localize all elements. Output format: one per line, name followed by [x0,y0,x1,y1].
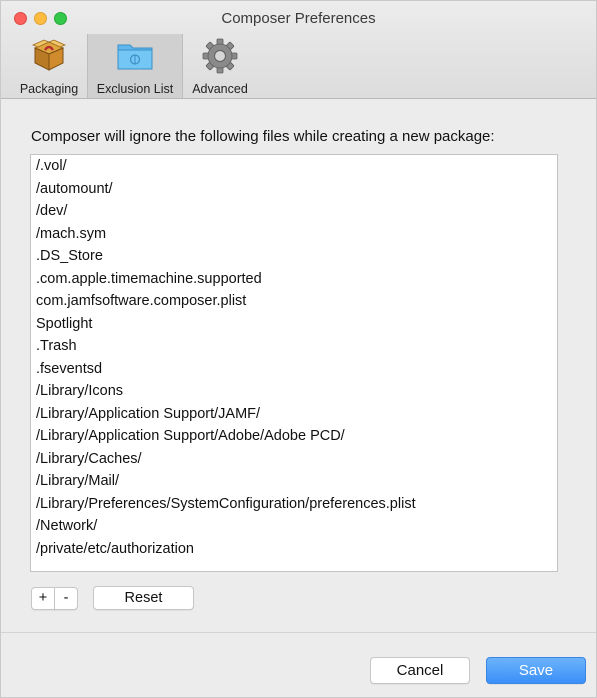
list-item[interactable]: /Library/Caches/ [31,448,557,471]
tab-advanced-label: Advanced [192,82,248,96]
gear-icon [202,38,238,74]
list-item[interactable]: /Library/Icons [31,380,557,403]
tab-exclusion-list-label: Exclusion List [96,82,174,96]
tab-packaging[interactable]: Packaging [13,34,85,98]
save-button[interactable]: Save [486,657,586,684]
remove-item-button[interactable]: - [54,587,78,610]
list-item[interactable]: .DS_Store [31,245,557,268]
reset-button[interactable]: Reset [93,586,194,610]
list-item[interactable]: /dev/ [31,200,557,223]
preferences-window: Composer Preferences Packaging Exclusion… [0,0,597,698]
list-item[interactable]: /Network/ [31,515,557,538]
list-item[interactable]: /private/etc/authorization [31,538,557,561]
add-item-button[interactable]: + [31,587,55,610]
exclusion-list[interactable]: /.vol/ /automount/ /dev/ /mach.sym .DS_S… [30,154,558,572]
list-item[interactable]: /Library/Preferences/SystemConfiguration… [31,493,557,516]
cancel-button[interactable]: Cancel [370,657,470,684]
list-item[interactable]: com.jamfsoftware.composer.plist [31,290,557,313]
list-item[interactable]: /mach.sym [31,223,557,246]
footer-divider [1,632,596,633]
list-item[interactable]: /automount/ [31,178,557,201]
list-item[interactable]: .Trash [31,335,557,358]
tab-advanced[interactable]: Advanced [185,34,255,98]
list-item[interactable]: .com.apple.timemachine.supported [31,268,557,291]
window-title: Composer Preferences [221,10,376,27]
list-item[interactable]: /.vol/ [31,155,557,178]
list-item[interactable]: /Library/Application Support/JAMF/ [31,403,557,426]
folder-icon [117,44,153,70]
list-item[interactable]: /Library/Mail/ [31,470,557,493]
exclusion-description: Composer will ignore the following files… [31,128,495,145]
list-item[interactable]: Spotlight [31,313,557,336]
list-item[interactable]: .fseventsd [31,358,557,381]
tab-exclusion-list[interactable]: Exclusion List [87,34,183,98]
titlebar-toolbar: Composer Preferences Packaging Exclusion… [1,1,596,99]
list-item[interactable]: /Library/Application Support/Adobe/Adobe… [31,425,557,448]
tab-packaging-label: Packaging [19,82,79,96]
package-icon [31,39,67,71]
exclusion-list-pane: Composer will ignore the following files… [1,100,596,633]
